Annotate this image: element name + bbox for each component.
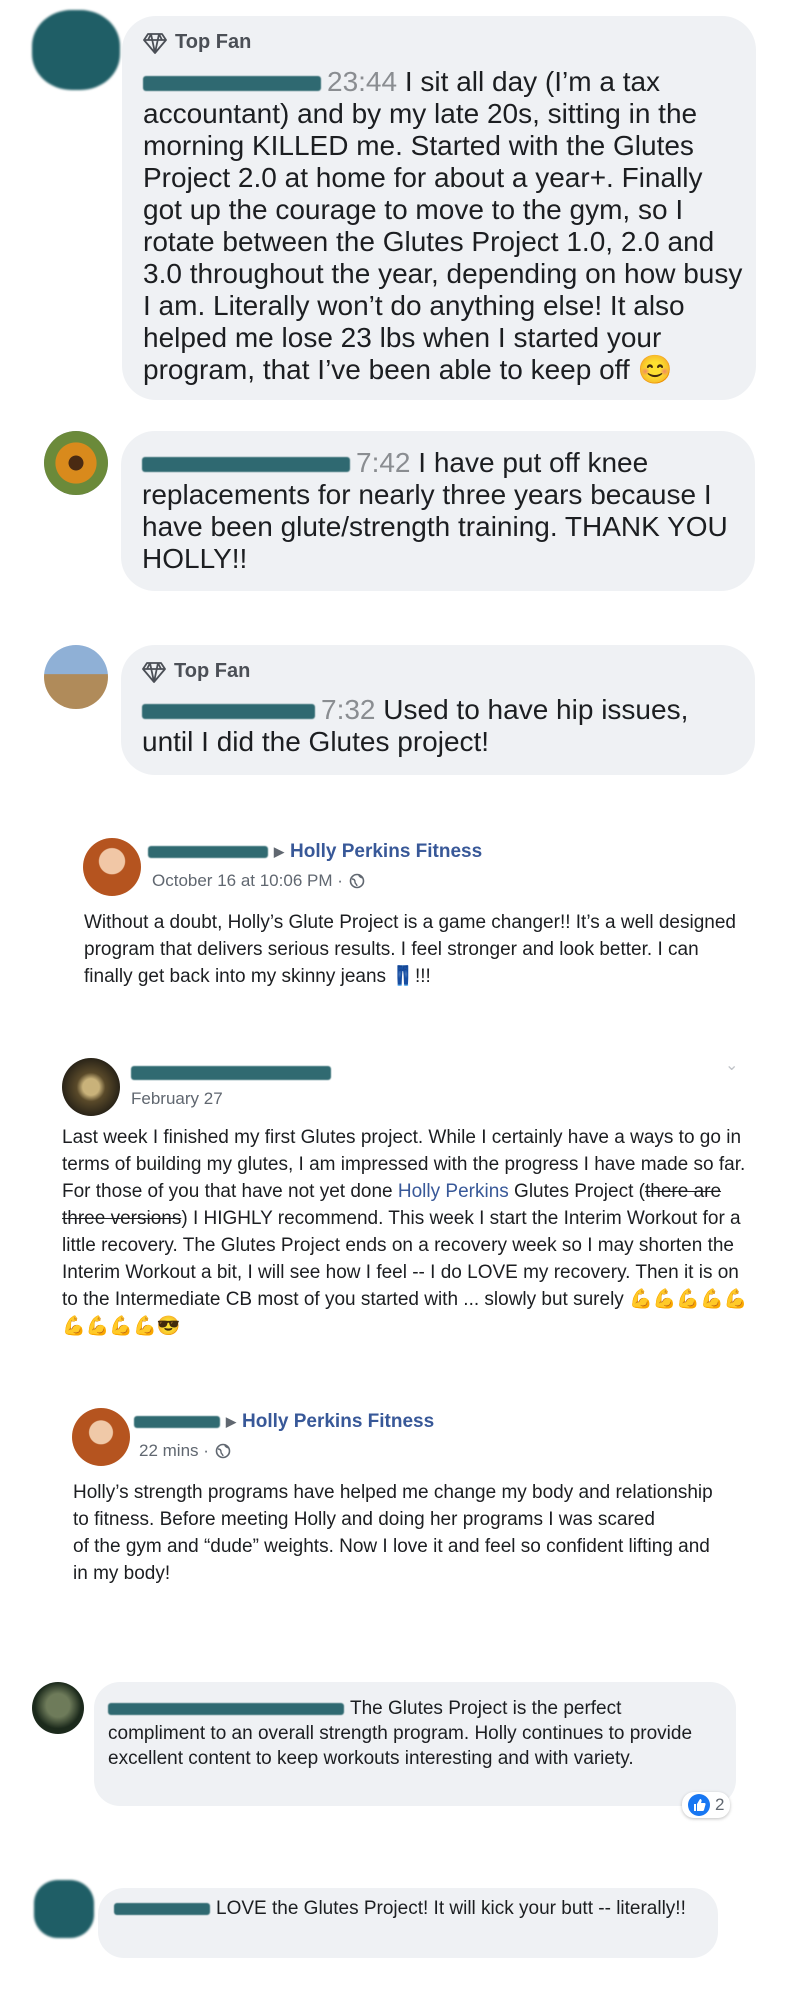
comment-time[interactable]: 23:44 [327, 66, 397, 97]
post-author [131, 1064, 337, 1082]
post-body-2: of the gym and “dude” weights. Now I lov… [73, 1536, 710, 1584]
thumbs-up-icon [688, 1794, 710, 1816]
post-body: Holly’s strength programs have helped me… [73, 1482, 713, 1530]
avatar[interactable] [72, 1408, 130, 1466]
smiling-emoji-icon: 😊 [637, 354, 673, 385]
comment-time[interactable]: 7:32 [321, 694, 376, 725]
comment-text: 7:32 Used to have hip issues, until I di… [142, 694, 742, 758]
avatar[interactable] [32, 1682, 84, 1734]
top-fan-badge: Top Fan [143, 31, 251, 54]
caret-right-icon: ▶ [274, 844, 284, 859]
chevron-down-icon[interactable]: ⌄ [725, 1055, 738, 1075]
redacted-name[interactable] [142, 703, 315, 720]
post-text: Holly’s strength programs have helped me… [73, 1479, 713, 1587]
holly-perkins-link[interactable]: Holly Perkins [398, 1181, 509, 1202]
redacted-name[interactable] [142, 456, 350, 473]
post-date[interactable]: February 27 [131, 1089, 223, 1109]
comment-body: LOVE the Glutes Project! It will kick yo… [216, 1898, 686, 1919]
like-count: 2 [715, 1795, 725, 1814]
comment-time[interactable]: 7:42 [356, 447, 411, 478]
redacted-name[interactable] [114, 1902, 210, 1915]
redacted-name[interactable] [108, 1702, 344, 1715]
top-fan-badge: Top Fan [142, 660, 250, 683]
globe-icon [349, 873, 365, 889]
comment-text: The Glutes Project is the perfect compli… [108, 1696, 723, 1771]
globe-icon [215, 1443, 231, 1459]
post-body-end: !!! [415, 966, 431, 987]
redacted-name[interactable] [131, 1065, 331, 1080]
post-text: Last week I finished my first Glutes pro… [62, 1124, 752, 1340]
caret-right-icon: ▶ [226, 1414, 236, 1429]
avatar[interactable] [83, 838, 141, 896]
post-timestamp: October 16 at 10:06 PM · [152, 871, 365, 891]
redacted-name[interactable] [143, 75, 321, 92]
page-name-link[interactable]: Holly Perkins Fitness [242, 1411, 434, 1433]
post-date[interactable]: 22 mins · [139, 1441, 209, 1461]
comment-text: 7:42 I have put off knee replacements fo… [142, 447, 742, 575]
avatar[interactable] [34, 1880, 94, 1938]
post-timestamp: February 27 [131, 1089, 223, 1109]
diamond-icon [143, 32, 167, 54]
jeans-emoji-icon: 👖 [391, 966, 415, 987]
post-body-2: Glutes Project ( [514, 1181, 645, 1202]
top-fan-label: Top Fan [175, 31, 252, 53]
avatar[interactable] [44, 431, 108, 495]
post-author: ▶ Holly Perkins Fitness [148, 841, 482, 863]
post-text: Without a doubt, Holly’s Glute Project i… [84, 909, 744, 990]
comment-text: LOVE the Glutes Project! It will kick yo… [114, 1896, 694, 1921]
avatar[interactable] [32, 10, 120, 90]
redacted-name[interactable] [148, 846, 268, 858]
post-author: ▶ Holly Perkins Fitness [134, 1411, 434, 1433]
post-timestamp: 22 mins · [139, 1441, 231, 1461]
like-reaction[interactable]: 2 [682, 1792, 731, 1818]
page-name-link[interactable]: Holly Perkins Fitness [290, 841, 482, 863]
avatar[interactable] [44, 645, 108, 709]
diamond-icon [142, 661, 166, 683]
comment-text: 23:44 I sit all day (I’m a tax accountan… [143, 66, 743, 386]
comment-body: I sit all day (I’m a tax accountant) and… [143, 66, 743, 385]
avatar[interactable] [62, 1058, 120, 1116]
top-fan-label: Top Fan [174, 660, 251, 682]
post-date[interactable]: October 16 at 10:06 PM · [152, 871, 343, 891]
redacted-name[interactable] [134, 1416, 220, 1428]
